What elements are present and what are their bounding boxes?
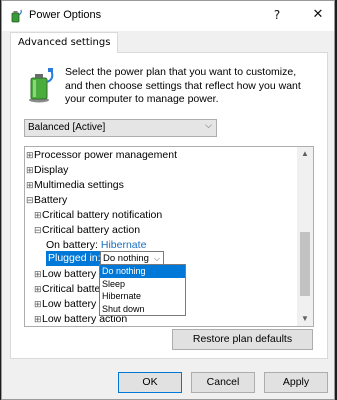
chevron-down-icon: ⌵	[205, 121, 212, 131]
tree-item-low-battery-notification[interactable]: ⊞Low battery n	[34, 297, 105, 312]
tree-item-label: Critical battery action	[42, 224, 141, 236]
title-bar: Power Options ? ✕	[2, 1, 334, 31]
collapse-icon[interactable]: ⊟	[26, 193, 34, 208]
close-button[interactable]: ✕	[308, 5, 328, 25]
help-button[interactable]: ?	[268, 5, 286, 25]
tree-item-label: Critical battery notification	[42, 209, 163, 221]
dropdown-option-hibernate[interactable]: Hibernate	[100, 290, 185, 303]
tree-item-multimedia[interactable]: ⊞Multimedia settings	[26, 178, 124, 193]
collapse-icon[interactable]: ⊟	[34, 223, 42, 238]
window-title: Power Options	[29, 9, 102, 21]
tree-item-label: Low battery le	[42, 268, 108, 280]
expand-icon[interactable]: ⊞	[34, 267, 42, 282]
power-plan-value: Balanced [Active]	[28, 122, 106, 133]
power-options-icon	[11, 9, 22, 23]
tree-item-critical-battery-notification[interactable]: ⊞Critical battery notification	[34, 208, 162, 223]
ok-button[interactable]: OK	[118, 372, 182, 393]
expand-icon[interactable]: ⊞	[34, 297, 42, 312]
tree-scrollbar[interactable]: ▲ ▼	[297, 147, 313, 326]
dropdown-option-sleep[interactable]: Sleep	[100, 278, 185, 291]
tree-item-label: Display	[34, 164, 69, 176]
tree-item-label: Low battery n	[42, 298, 106, 310]
expand-icon[interactable]: ⊞	[26, 178, 34, 193]
description-text: Select the power plan that you want to c…	[65, 66, 301, 105]
setting-label: On battery:	[46, 239, 98, 251]
scroll-thumb[interactable]	[300, 232, 310, 296]
plugged-in-label[interactable]: Plugged in:	[46, 251, 103, 266]
scroll-up-icon[interactable]: ▲	[297, 147, 313, 161]
dropdown-option-shut-down[interactable]: Shut down	[100, 303, 185, 316]
tree-item-label: Multimedia settings	[34, 179, 124, 191]
scroll-down-icon[interactable]: ▼	[297, 312, 313, 326]
tree-item-critical-battery-action[interactable]: ⊟Critical battery action	[34, 223, 140, 238]
expand-icon[interactable]: ⊞	[34, 312, 42, 326]
tree-item-label: Processor power management	[34, 149, 177, 161]
power-plan-select[interactable]: Balanced [Active] ⌵	[24, 119, 217, 137]
tree-item-label: Critical batter	[42, 283, 104, 295]
dropdown-option-do-nothing[interactable]: Do nothing	[100, 265, 185, 278]
tab-advanced-settings[interactable]: Advanced settings	[10, 32, 119, 53]
cancel-button[interactable]: Cancel	[191, 372, 255, 393]
tree-item-processor[interactable]: ⊞Processor power management	[26, 148, 177, 163]
on-battery-value[interactable]: Hibernate	[101, 239, 147, 251]
tree-item-critical-battery-level[interactable]: ⊞Critical batter	[34, 282, 104, 297]
apply-button[interactable]: Apply	[264, 372, 328, 393]
tree-item-label: Battery	[34, 194, 68, 206]
plugged-in-dropdown-list: Do nothing Sleep Hibernate Shut down	[99, 264, 186, 316]
expand-icon[interactable]: ⊞	[34, 282, 42, 297]
expand-icon[interactable]: ⊞	[26, 163, 34, 178]
restore-plan-defaults-button[interactable]: Restore plan defaults	[172, 329, 313, 350]
expand-icon[interactable]: ⊞	[26, 148, 34, 163]
tree-item-low-battery-level[interactable]: ⊞Low battery le	[34, 267, 107, 282]
expand-icon[interactable]: ⊞	[34, 208, 42, 223]
battery-plug-icon	[29, 68, 54, 103]
tree-item-display[interactable]: ⊞Display	[26, 163, 68, 178]
power-options-window: Power Options ? ✕ Advanced settings Sele…	[1, 0, 335, 400]
tree-item-battery[interactable]: ⊟Battery	[26, 193, 67, 208]
